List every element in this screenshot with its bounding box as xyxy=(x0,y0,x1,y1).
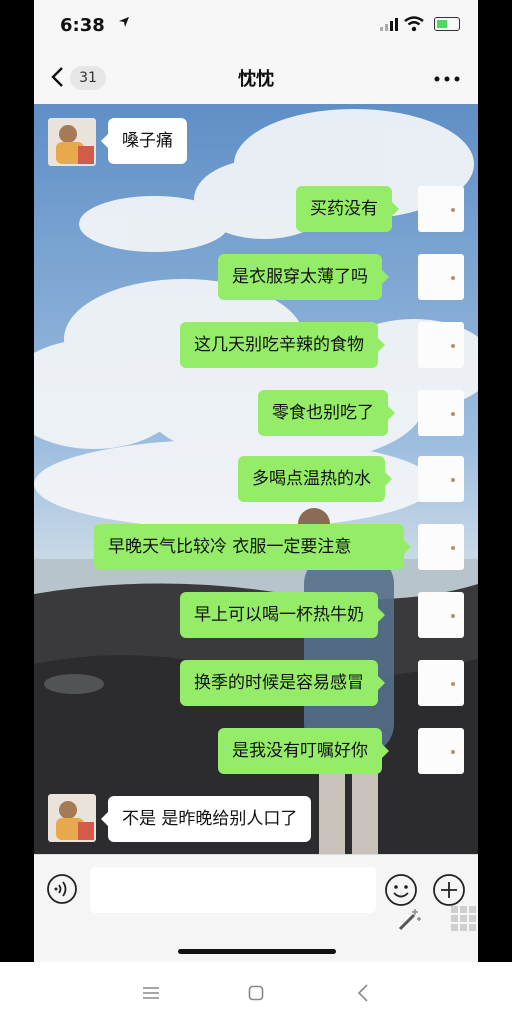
self-avatar[interactable] xyxy=(418,456,464,502)
self-avatar[interactable] xyxy=(418,660,464,706)
home-indicator[interactable] xyxy=(178,949,336,954)
status-bar: 6:38 xyxy=(34,0,478,52)
input-bar xyxy=(34,854,478,962)
magic-wand-icon[interactable] xyxy=(396,907,422,931)
wifi-icon xyxy=(404,16,424,32)
self-avatar[interactable] xyxy=(418,524,464,570)
plus-icon[interactable] xyxy=(432,873,466,907)
message-bubble-outgoing[interactable]: 是我没有叮嘱好你 xyxy=(218,728,389,774)
back-icon[interactable] xyxy=(356,984,370,1002)
menu-icon[interactable] xyxy=(142,986,160,1000)
chat-area[interactable]: 嗓子痛 买药没有 是衣服穿太薄了吗 这几天别吃辛辣的食物 零食也别吃了 多喝点温… xyxy=(34,104,478,854)
message-bubble-outgoing[interactable]: 买药没有 xyxy=(296,186,399,232)
status-time: 6:38 xyxy=(60,15,105,36)
contact-avatar[interactable] xyxy=(48,794,96,842)
self-avatar[interactable] xyxy=(418,592,464,638)
signal-icon xyxy=(380,18,398,31)
chat-title: 忱忱 xyxy=(238,69,274,90)
self-avatar[interactable] xyxy=(418,186,464,232)
more-icon[interactable] xyxy=(434,76,460,82)
message-bubble-outgoing[interactable]: 早上可以喝一杯热牛奶 xyxy=(180,592,385,638)
message-input[interactable] xyxy=(90,867,376,913)
system-navigation-bar xyxy=(0,962,512,1024)
emoji-icon[interactable] xyxy=(384,873,418,907)
grid-icon[interactable] xyxy=(450,905,478,933)
location-arrow-icon xyxy=(119,17,129,27)
message-bubble-outgoing[interactable]: 换季的时候是容易感冒 xyxy=(180,660,385,706)
message-bubble-outgoing[interactable]: 这几天别吃辛辣的食物 xyxy=(180,322,385,368)
contact-avatar[interactable] xyxy=(48,118,96,166)
message-bubble-outgoing[interactable]: 多喝点温热的水 xyxy=(238,456,392,502)
message-bubble-outgoing[interactable]: 早晚天气比较冷 衣服一定要注意 xyxy=(94,524,411,570)
self-avatar[interactable] xyxy=(418,390,464,436)
self-avatar[interactable] xyxy=(418,728,464,774)
message-bubble-incoming[interactable]: 不是 是昨晚给别人口了 xyxy=(100,796,312,842)
self-avatar[interactable] xyxy=(418,322,464,368)
message-bubble-outgoing[interactable]: 是衣服穿太薄了吗 xyxy=(218,254,389,300)
home-icon[interactable] xyxy=(248,985,264,1001)
voice-icon[interactable] xyxy=(46,873,78,905)
message-bubble-outgoing[interactable]: 零食也别吃了 xyxy=(258,390,395,436)
self-avatar[interactable] xyxy=(418,254,464,300)
battery-icon xyxy=(434,17,460,31)
message-bubble-incoming[interactable]: 嗓子痛 xyxy=(101,118,187,164)
chat-header: 31 忱忱 xyxy=(34,52,478,105)
phone-screen: 6:38 31 忱忱 嗓子痛 买药没有 是衣服穿太薄了吗 这几天别吃辛辣的食物 … xyxy=(34,0,478,962)
